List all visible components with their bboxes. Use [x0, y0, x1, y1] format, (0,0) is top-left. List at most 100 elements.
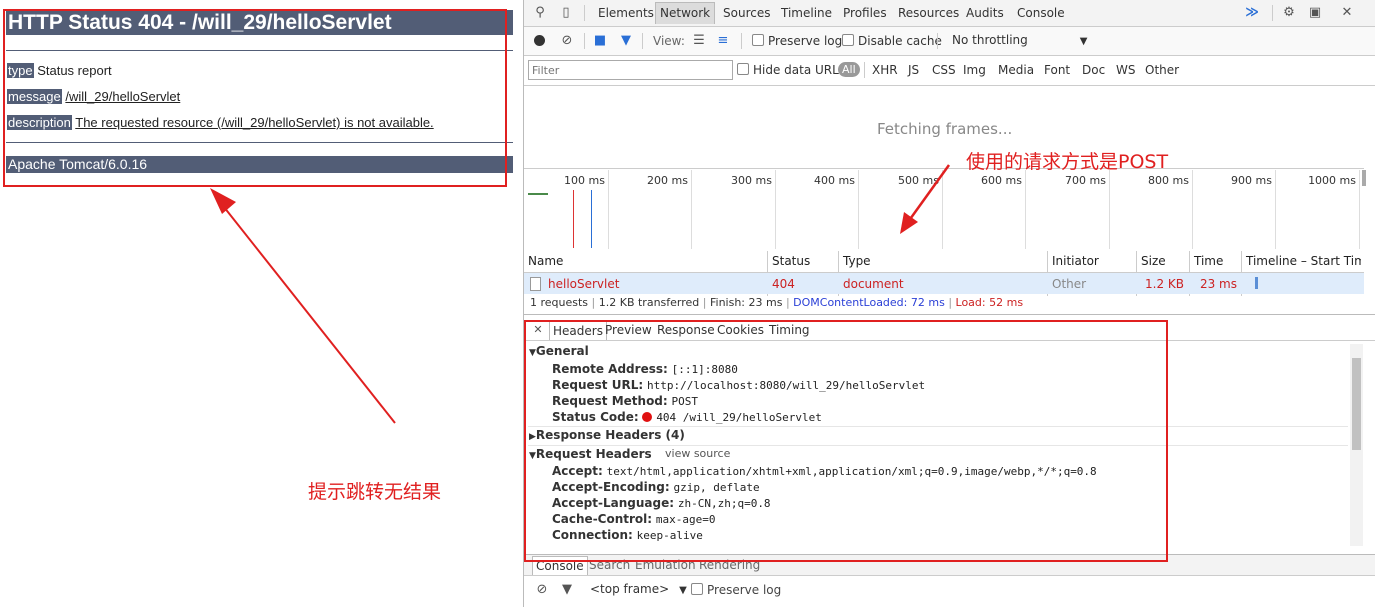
table-header	[524, 250, 1364, 273]
annotation-arrow	[900, 164, 951, 234]
filter-icon[interactable]: ▼	[618, 33, 634, 49]
timeline-tick-label: 900 ms	[1231, 174, 1272, 187]
summary-load: Load: 52 ms	[955, 296, 1024, 309]
preserve-log-checkbox[interactable]: Preserve log	[752, 34, 842, 48]
dock-icon[interactable]: ▣	[1307, 5, 1323, 21]
tab-resources[interactable]: Resources	[894, 3, 963, 24]
tab-elements[interactable]: Elements	[594, 3, 658, 24]
tab-sources[interactable]: Sources	[719, 3, 774, 24]
timeline-tick-label: 400 ms	[814, 174, 855, 187]
timeline-tick	[775, 170, 776, 249]
tab-console[interactable]: Console	[1013, 3, 1069, 24]
timeline-tick-label: 200 ms	[647, 174, 688, 187]
filter-icon[interactable]: ▼	[559, 582, 575, 598]
divider	[584, 5, 585, 21]
col-time[interactable]: Time	[1191, 251, 1223, 271]
filter-bar: Hide data URLs All XHR JS CSS Img Media …	[524, 56, 1375, 86]
table-row[interactable]	[524, 273, 1364, 294]
dcl-event-line	[591, 190, 592, 248]
row-type: document	[843, 277, 904, 291]
divider	[642, 33, 643, 49]
gear-icon[interactable]: ⚙	[1281, 5, 1297, 21]
filter-input[interactable]	[528, 60, 733, 80]
chevron-down-icon: ▼	[679, 585, 687, 596]
tab-timeline[interactable]: Timeline	[777, 3, 836, 24]
timeline-tick	[608, 170, 609, 249]
col-status[interactable]: Status	[769, 251, 810, 271]
tab-audits[interactable]: Audits	[962, 3, 1008, 24]
summary-requests: 1 requests	[530, 296, 589, 309]
col-timeline[interactable]: Timeline – Start Tim	[1243, 251, 1361, 271]
timeline-request-bar	[528, 193, 548, 195]
overview-handle[interactable]	[1362, 170, 1366, 186]
filter-all[interactable]: All	[838, 62, 860, 77]
timeline-tick-label: 300 ms	[731, 174, 772, 187]
divider	[864, 62, 865, 78]
fetching-frames-text: Fetching frames...	[877, 120, 1013, 138]
divider	[937, 33, 938, 49]
filter-media[interactable]: Media	[998, 63, 1034, 77]
document-icon	[530, 277, 541, 291]
devtools-panel: ⚲ ▯ Elements Network Sources Timeline Pr…	[523, 0, 1375, 607]
timeline-tick-label: 1000 ms	[1308, 174, 1356, 187]
filter-img[interactable]: Img	[963, 63, 986, 77]
row-time: 23 ms	[1199, 277, 1237, 291]
search-icon[interactable]: ⚲	[532, 5, 548, 21]
close-icon[interactable]: ✕	[1339, 5, 1355, 21]
col-size[interactable]: Size	[1138, 251, 1166, 271]
filter-js[interactable]: JS	[908, 63, 919, 77]
waterfall-view-icon[interactable]: ≡	[715, 33, 731, 49]
console-drawer-icon[interactable]: ≫	[1244, 5, 1260, 21]
highlight-box	[524, 320, 1168, 562]
timeline-tick	[1025, 170, 1026, 249]
timeline-tick	[1109, 170, 1110, 249]
throttling-select[interactable]: No throttling ▼	[952, 33, 1087, 47]
col-name[interactable]: Name	[525, 251, 563, 271]
timeline-tick	[858, 170, 859, 249]
col-initiator[interactable]: Initiator	[1049, 251, 1099, 271]
row-timeline-bar	[1255, 277, 1258, 289]
camera-icon[interactable]: ■	[592, 33, 608, 49]
filter-other[interactable]: Other	[1145, 63, 1179, 77]
summary-bar: 1 requests | 1.2 KB transferred | Finish…	[530, 296, 1024, 309]
frame-select[interactable]: <top frame> ▼	[590, 582, 687, 596]
device-mode-icon[interactable]: ▯	[558, 5, 574, 21]
scrollbar-thumb[interactable]	[1352, 358, 1361, 450]
clear-icon[interactable]: ⊘	[559, 33, 575, 49]
timeline-tick	[691, 170, 692, 249]
filter-font[interactable]: Font	[1044, 63, 1070, 77]
timeline-tick	[1359, 170, 1360, 249]
timeline-tick-label: 800 ms	[1148, 174, 1189, 187]
hide-data-urls-checkbox[interactable]: Hide data URLs	[737, 63, 845, 77]
list-view-icon[interactable]: ☰	[691, 33, 707, 49]
summary-finish: Finish: 23 ms	[709, 296, 783, 309]
tomcat-error-page: HTTP Status 404 - /will_29/helloServlet …	[0, 0, 523, 607]
record-icon[interactable]	[534, 35, 545, 46]
timeline-tick-label: 100 ms	[564, 174, 605, 187]
divider	[584, 33, 585, 49]
timeline-tick-label: 600 ms	[981, 174, 1022, 187]
row-initiator: Other	[1052, 277, 1087, 291]
tab-network[interactable]: Network	[655, 2, 716, 24]
tab-profiles[interactable]: Profiles	[839, 3, 891, 24]
clear-console-icon[interactable]: ⊘	[534, 582, 550, 598]
divider	[1272, 5, 1273, 21]
col-type[interactable]: Type	[840, 251, 871, 271]
filter-css[interactable]: CSS	[932, 63, 956, 77]
annotation-arrow	[210, 188, 396, 424]
row-size: 1.2 KB	[1145, 277, 1184, 291]
disable-cache-checkbox[interactable]: Disable cache	[842, 34, 942, 48]
filter-doc[interactable]: Doc	[1082, 63, 1105, 77]
network-toolbar: ⊘ ■ ▼ View: ☰ ≡ Preserve log Disable cac…	[524, 27, 1375, 56]
filter-ws[interactable]: WS	[1116, 63, 1135, 77]
row-status: 404	[772, 277, 795, 291]
post-annotation: 使用的请求方式是POST	[966, 151, 1169, 173]
devtools-tabbar: ⚲ ▯ Elements Network Sources Timeline Pr…	[524, 0, 1375, 27]
highlight-box	[3, 9, 507, 187]
console-preserve-log-checkbox[interactable]: Preserve log	[691, 583, 781, 597]
timeline-tick	[1192, 170, 1193, 249]
row-name[interactable]: helloServlet	[548, 275, 619, 293]
view-label: View:	[653, 34, 685, 48]
summary-dcl: DOMContentLoaded: 72 ms	[793, 296, 945, 309]
filter-xhr[interactable]: XHR	[872, 63, 898, 77]
